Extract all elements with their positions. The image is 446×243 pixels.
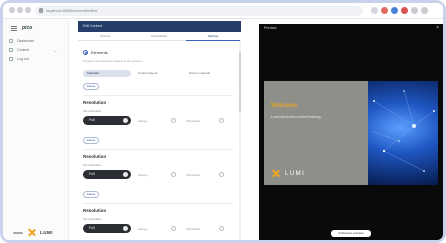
footer-logo-text: LUMI xyxy=(40,230,53,235)
chevron-down-icon: ⌄ xyxy=(53,48,57,53)
resolution-value: Full xyxy=(89,118,95,122)
resolution-select[interactable]: Full xyxy=(83,116,131,125)
option-always: Always xyxy=(138,173,148,177)
sidebar-header: pico xyxy=(11,23,32,33)
url-text: localhost:8080/content/editor xyxy=(46,8,98,13)
browser-window: localhost:8080/content/editor pico Dashb… xyxy=(3,3,443,240)
preview-title: Preview xyxy=(264,26,277,30)
notification-icon[interactable] xyxy=(401,7,408,14)
dashboard-icon xyxy=(9,39,13,43)
delete-button[interactable]: Delete xyxy=(83,137,99,144)
sidebar-item-logout[interactable]: Log out xyxy=(9,55,65,63)
radio-windowed[interactable] xyxy=(219,172,224,177)
window-frame: localhost:8080/content/editor pico Dashb… xyxy=(0,0,446,243)
sidebar-item-content[interactable]: Content ⌄ xyxy=(9,46,65,54)
sidebar: pico Dashboard Content ⌄ Log out LUMI xyxy=(3,19,69,240)
radio-always[interactable] xyxy=(171,226,176,231)
tab-settings[interactable]: Settings xyxy=(186,32,240,41)
hamburger-icon[interactable] xyxy=(11,25,17,31)
slide-subheading: Lumi interactive content framing xyxy=(271,115,321,119)
slide-logo-text: LUMI xyxy=(285,170,306,177)
resolution-value: Full xyxy=(89,172,95,176)
divider-bar xyxy=(13,231,23,234)
radio-selected-icon xyxy=(83,50,88,55)
sidebar-item-label: Content xyxy=(17,48,30,52)
lock-icon xyxy=(39,8,43,13)
resolution-value: Full xyxy=(89,226,95,230)
more-icon[interactable] xyxy=(421,7,428,14)
resolution-title: Resolution xyxy=(83,208,107,213)
editor-body: Elements Choose how elements appear in t… xyxy=(78,42,238,240)
preview-panel: Preview × Welcome Lumi interactive conte… xyxy=(259,24,443,240)
radio-always[interactable] xyxy=(171,118,176,123)
editor-header: Edit Content xyxy=(78,21,241,32)
option-windowed: Windowed xyxy=(186,173,201,177)
content-icon xyxy=(9,48,13,52)
close-icon[interactable]: × xyxy=(436,25,439,31)
resolution-label: Set resolution xyxy=(83,163,102,167)
scrollbar-thumb[interactable] xyxy=(239,52,241,112)
resolution-title: Resolution xyxy=(83,100,107,105)
resolution-select[interactable]: Full xyxy=(83,170,131,179)
editor-scrollbar[interactable] xyxy=(239,42,241,240)
bookmark-icon[interactable] xyxy=(411,7,418,14)
toggle-knob-icon xyxy=(123,118,128,123)
toggle-knob-icon xyxy=(123,172,128,177)
back-icon[interactable] xyxy=(9,7,15,13)
sidebar-item-label: Dashboard xyxy=(17,39,35,43)
divider xyxy=(83,95,233,96)
slide-logo: LUMI xyxy=(272,170,305,177)
delete-button[interactable]: Delete xyxy=(83,191,99,198)
browser-toolbar: localhost:8080/content/editor xyxy=(3,3,443,19)
sidebar-item-label: Log out xyxy=(17,57,29,61)
option-windowed: Windowed xyxy=(186,227,201,231)
slide-heading: Welcome xyxy=(271,103,298,109)
option-always: Always xyxy=(138,227,148,231)
resolution-select[interactable]: Full xyxy=(83,224,131,233)
radio-windowed[interactable] xyxy=(219,118,224,123)
resolution-label: Set resolution xyxy=(83,109,102,113)
resolution-label: Set resolution xyxy=(83,217,102,221)
welcome-panel: Welcome Lumi interactive content framing… xyxy=(264,81,368,185)
option-chip[interactable]: Standard xyxy=(83,70,131,77)
elements-radio[interactable]: Elements xyxy=(83,50,108,55)
option-chip[interactable]: Source material xyxy=(185,70,233,77)
sidebar-footer: LUMI xyxy=(13,229,53,236)
option-windowed: Windowed xyxy=(186,119,201,123)
record-icon[interactable] xyxy=(381,7,388,14)
divider xyxy=(83,203,233,204)
brand-logo: pico xyxy=(22,25,33,31)
editor-tabs: Content Accessibility Settings xyxy=(78,32,241,41)
slide-stage: Welcome Lumi interactive content framing… xyxy=(264,81,438,185)
toggle-knob-icon xyxy=(123,226,128,231)
radio-label: Elements xyxy=(91,50,108,55)
radio-windowed[interactable] xyxy=(219,226,224,231)
address-bar[interactable]: localhost:8080/content/editor xyxy=(35,6,363,16)
lumi-logo-icon xyxy=(272,170,279,177)
option-always: Always xyxy=(138,119,148,123)
tab-content[interactable]: Content xyxy=(78,32,132,41)
fullscreen-preview-button[interactable]: Fullscreen preview xyxy=(331,230,371,237)
lumi-logo-icon xyxy=(28,229,35,236)
extension-icon[interactable] xyxy=(371,7,378,14)
reload-icon[interactable] xyxy=(25,7,31,13)
delete-button[interactable]: Delete xyxy=(83,83,99,90)
elements-hint: Choose how elements appear in the conten… xyxy=(83,59,142,63)
divider xyxy=(83,149,233,150)
forward-icon[interactable] xyxy=(17,7,23,13)
resolution-title: Resolution xyxy=(83,154,107,159)
sidebar-item-dashboard[interactable]: Dashboard xyxy=(9,37,65,45)
option-chip[interactable]: Content layout xyxy=(134,70,182,77)
tab-accessibility[interactable]: Accessibility xyxy=(132,32,186,41)
editor-panel: Edit Content Content Accessibility Setti… xyxy=(78,21,241,240)
logout-icon xyxy=(9,57,13,61)
profile-icon[interactable] xyxy=(391,7,398,14)
radio-always[interactable] xyxy=(171,172,176,177)
